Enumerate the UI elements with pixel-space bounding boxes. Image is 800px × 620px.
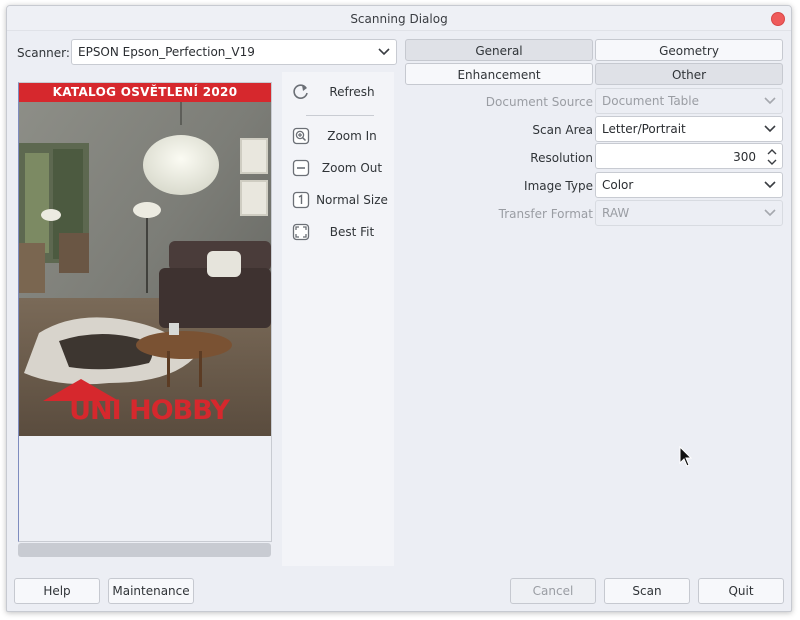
- normal-size-icon: [292, 191, 310, 209]
- chevron-down-icon: [378, 48, 390, 56]
- zoom-out-label: Zoom Out: [321, 161, 383, 175]
- resolution-spinbox[interactable]: 300: [595, 143, 783, 169]
- scan-preview-area[interactable]: KATALOG OSVĚTLENÍ 2020 UNI HOBBY: [18, 82, 272, 542]
- zoom-out-icon: [292, 159, 310, 177]
- best-fit-button[interactable]: Best Fit: [288, 219, 390, 245]
- zoom-out-button[interactable]: Zoom Out: [288, 155, 390, 181]
- quit-button[interactable]: Quit: [698, 578, 784, 604]
- scan-area-select[interactable]: Letter/Portrait: [595, 116, 783, 142]
- catalog-brand: UNI HOBBY: [69, 395, 230, 426]
- refresh-icon: [293, 84, 308, 99]
- resolution-label: Resolution: [530, 151, 593, 165]
- chevron-down-icon: [764, 97, 776, 105]
- scanner-label: Scanner:: [17, 46, 70, 60]
- catalog-title: KATALOG OSVĚTLENÍ 2020: [52, 85, 238, 99]
- window-title: Scanning Dialog: [350, 12, 448, 26]
- chevron-down-icon[interactable]: [766, 157, 778, 167]
- close-icon[interactable]: [771, 12, 785, 26]
- help-button[interactable]: Help: [14, 578, 100, 604]
- transfer-format-select: RAW: [595, 200, 783, 226]
- normal-size-label: Normal Size: [316, 193, 388, 207]
- scanner-value: EPSON Epson_Perfection_V19: [78, 45, 255, 59]
- best-fit-icon: [292, 223, 310, 241]
- scan-area-value: Letter/Portrait: [602, 122, 686, 136]
- document-source-select: Document Table: [595, 88, 783, 114]
- chevron-down-icon: [764, 181, 776, 189]
- scanned-catalog-image: KATALOG OSVĚTLENÍ 2020 UNI HOBBY: [19, 83, 271, 436]
- tab-enhancement[interactable]: Enhancement: [405, 63, 593, 85]
- image-type-label: Image Type: [524, 179, 593, 193]
- document-source-label: Document Source: [485, 95, 593, 109]
- tool-separator: [306, 115, 374, 116]
- chevron-down-icon: [764, 209, 776, 217]
- transfer-format-value: RAW: [602, 206, 630, 220]
- refresh-label: Refresh: [329, 85, 375, 99]
- image-type-select[interactable]: Color: [595, 172, 783, 198]
- best-fit-label: Best Fit: [329, 225, 375, 239]
- title-bar: Scanning Dialog: [7, 6, 791, 31]
- preview-horizontal-scrollbar[interactable]: [18, 543, 271, 557]
- document-source-value: Document Table: [602, 94, 700, 108]
- zoom-in-label: Zoom In: [327, 129, 377, 143]
- transfer-format-label: Transfer Format: [498, 207, 593, 221]
- scanner-select[interactable]: EPSON Epson_Perfection_V19: [71, 39, 397, 65]
- maintenance-button[interactable]: Maintenance: [108, 578, 194, 604]
- refresh-button[interactable]: Refresh: [288, 79, 390, 105]
- chevron-down-icon: [764, 125, 776, 133]
- scan-area-label: Scan Area: [532, 123, 593, 137]
- tab-geometry[interactable]: Geometry: [595, 39, 783, 61]
- scan-button[interactable]: Scan: [604, 578, 690, 604]
- mouse-cursor-icon: [679, 446, 693, 467]
- tab-other[interactable]: Other: [595, 63, 783, 85]
- tab-general[interactable]: General: [405, 39, 593, 61]
- zoom-in-icon: [292, 127, 310, 145]
- cancel-button[interactable]: Cancel: [510, 578, 596, 604]
- preview-tool-panel: Refresh Zoom In Zoom Out Normal Size Bes…: [282, 72, 394, 566]
- scanning-dialog-window: Scanning Dialog Scanner: EPSON Epson_Per…: [6, 5, 792, 612]
- image-type-value: Color: [602, 178, 634, 192]
- chevron-up-icon[interactable]: [766, 147, 778, 157]
- zoom-in-button[interactable]: Zoom In: [288, 123, 390, 149]
- resolution-value: 300: [733, 150, 756, 164]
- normal-size-button[interactable]: Normal Size: [288, 187, 390, 213]
